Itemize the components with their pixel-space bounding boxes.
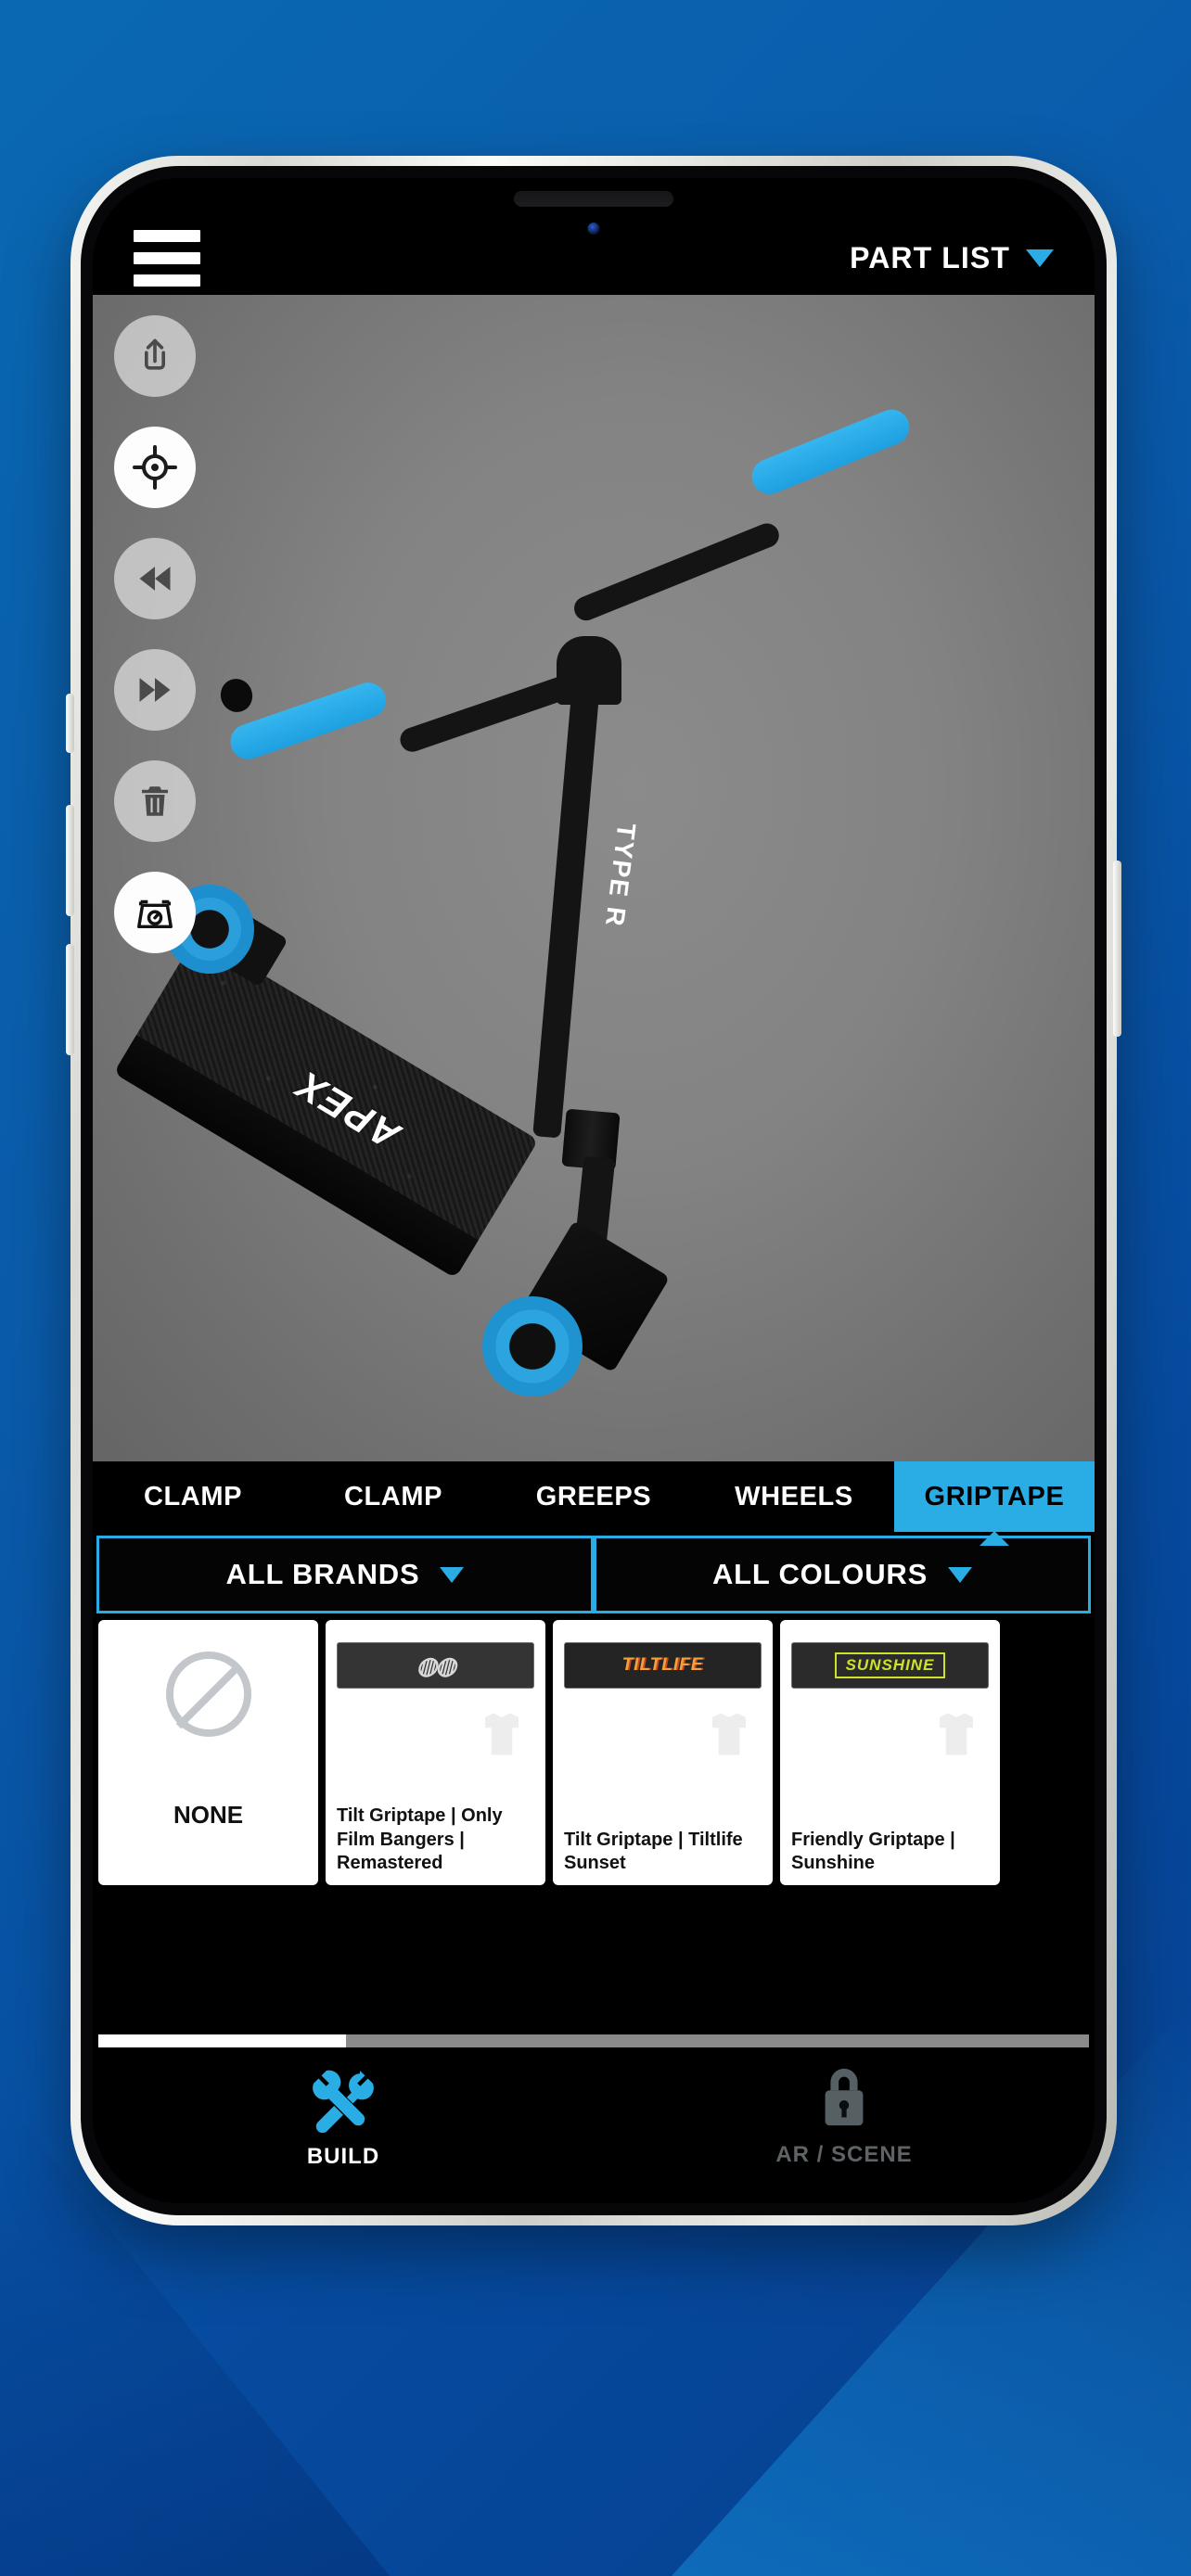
nav-item-build-label: BUILD xyxy=(306,2144,380,2169)
product-thumbnail: ◍◍ xyxy=(337,1633,534,1755)
category-tab-bar: CLAMP CLAMP GREEPS WHEELS GRIPTAPE xyxy=(93,1461,1095,1532)
tshirt-watermark-icon xyxy=(940,1713,973,1755)
griptape-swatch: SUNSHINE xyxy=(791,1642,989,1689)
part-list-label: PART LIST xyxy=(850,240,1010,274)
viewport-tool-rail xyxy=(114,315,196,953)
trash-delete-icon[interactable] xyxy=(114,760,196,842)
tshirt-watermark-icon xyxy=(485,1713,519,1755)
target-recenter-icon[interactable] xyxy=(114,427,196,508)
nav-item-ar-scene[interactable]: AR / SCENE xyxy=(594,2064,1095,2168)
scooter-3d-viewport[interactable]: TYPE R APEX xyxy=(93,295,1095,1461)
volume-up-button[interactable] xyxy=(66,805,74,916)
bottom-navigation-bar: BUILD AR / SCENE xyxy=(93,2051,1095,2203)
product-thumbnail xyxy=(109,1633,307,1755)
tab-griptape[interactable]: GRIPTAPE xyxy=(894,1461,1095,1532)
hamburger-menu-icon[interactable] xyxy=(134,229,200,287)
undo-rewind-icon[interactable] xyxy=(114,538,196,619)
fork-steerer-tube xyxy=(532,692,599,1139)
chevron-down-icon xyxy=(1026,249,1054,267)
filter-all-brands-label: ALL BRANDS xyxy=(225,1558,420,1590)
product-card-none[interactable]: NONE xyxy=(98,1620,318,1885)
product-list-container: NONE ◍◍ Tilt Griptape | Only Film Banger… xyxy=(93,1613,1095,2051)
grip-right xyxy=(746,403,916,500)
silent-switch[interactable] xyxy=(66,694,74,753)
crossed-wrenches-icon xyxy=(313,2070,374,2134)
tshirt-watermark-icon xyxy=(712,1713,746,1755)
product-card-tilt-film-bangers[interactable]: ◍◍ Tilt Griptape | Only Film Bangers | R… xyxy=(326,1620,545,1885)
power-button[interactable] xyxy=(1113,861,1121,1037)
phone-device: PART LIST TYPE R APEX CLAMP CLAMP GREEPS… xyxy=(66,156,1121,2225)
product-title: Tilt Griptape | Only Film Bangers | Rema… xyxy=(337,1805,503,1874)
phone-screen: PART LIST TYPE R APEX CLAMP CLAMP GREEPS… xyxy=(93,178,1095,2203)
nav-item-build[interactable]: BUILD xyxy=(93,2064,594,2170)
earpiece-speaker xyxy=(514,191,673,207)
product-title: Friendly Griptape | Sunshine xyxy=(791,1829,955,1874)
share-icon[interactable] xyxy=(114,315,196,397)
product-card-row[interactable]: NONE ◍◍ Tilt Griptape | Only Film Banger… xyxy=(93,1620,1095,1885)
tab-greeps[interactable]: GREEPS xyxy=(493,1461,694,1532)
front-wheel xyxy=(482,1296,583,1396)
part-list-button[interactable]: PART LIST xyxy=(850,241,1054,275)
griptape-swatch-text: SUNSHINE xyxy=(834,1652,946,1678)
tab-clamp-2[interactable]: CLAMP xyxy=(293,1461,493,1532)
front-camera xyxy=(587,223,600,235)
lock-icon xyxy=(825,2068,864,2126)
griptape-swatch-text: TILTLIFE xyxy=(621,1655,704,1675)
scrollbar-thumb[interactable] xyxy=(98,2034,346,2047)
product-title: Tilt Griptape | Tiltlife Sunset xyxy=(564,1829,743,1874)
no-entry-icon xyxy=(165,1651,251,1737)
product-thumbnail: TILTLIFE xyxy=(564,1633,762,1755)
product-thumbnail: SUNSHINE xyxy=(791,1633,989,1755)
tab-clamp-1[interactable]: CLAMP xyxy=(93,1461,293,1532)
griptape-swatch: TILTLIFE xyxy=(564,1642,762,1689)
product-card-friendly-sunshine[interactable]: SUNSHINE Friendly Griptape | Sunshine xyxy=(780,1620,1000,1885)
filter-all-colours[interactable]: ALL COLOURS xyxy=(594,1536,1091,1613)
bar-end-cap xyxy=(216,674,257,717)
chevron-down-icon xyxy=(948,1566,973,1583)
horizontal-scrollbar[interactable] xyxy=(98,2034,1089,2047)
scooter-model: TYPE R APEX xyxy=(93,295,1095,1461)
griptape-swatch: ◍◍ xyxy=(337,1642,534,1689)
nav-item-ar-scene-label: AR / SCENE xyxy=(775,2142,913,2167)
scooter-deck: APEX xyxy=(113,935,539,1279)
product-title: NONE xyxy=(173,1801,244,1830)
product-card-tiltlife-sunset[interactable]: TILTLIFE Tilt Griptape | Tiltlife Sunset xyxy=(553,1620,773,1885)
fork-brand-text: TYPE R xyxy=(599,822,642,930)
filter-all-brands[interactable]: ALL BRANDS xyxy=(96,1536,594,1613)
volume-down-button[interactable] xyxy=(66,944,74,1055)
phone-bezel: PART LIST TYPE R APEX CLAMP CLAMP GREEPS… xyxy=(81,166,1107,2215)
griptape-swatch-text: ◍◍ xyxy=(416,1651,456,1679)
weight-scale-icon[interactable] xyxy=(114,872,196,953)
redo-fastforward-icon[interactable] xyxy=(114,649,196,731)
chevron-down-icon xyxy=(440,1566,465,1583)
filter-all-colours-label: ALL COLOURS xyxy=(711,1558,928,1590)
tab-wheels[interactable]: WHEELS xyxy=(694,1461,894,1532)
filter-bar: ALL BRANDS ALL COLOURS xyxy=(93,1532,1095,1613)
handlebar-right-arm xyxy=(570,519,783,625)
